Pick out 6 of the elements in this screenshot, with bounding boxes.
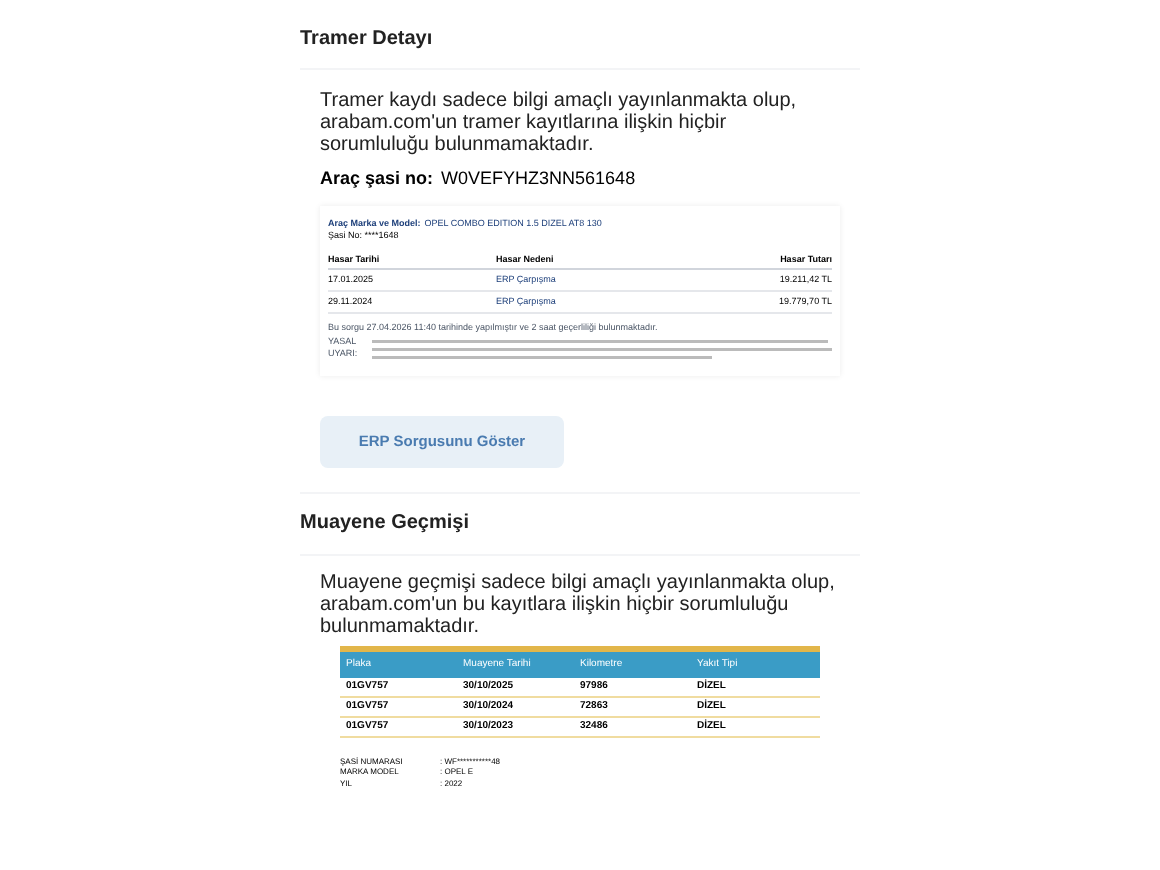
chassis-value: W0VEFYHZ3NN561648 — [441, 166, 636, 192]
section-title: Tramer Detayı — [300, 25, 433, 53]
disclaimer-text: Muayene geçmişi sadece bilgi amaçlı yayınlanmakta olup, arabam.com'un bu kayıtlara ilişkin hiçbir sorumluluğu bulunmamaktadır. — [320, 571, 837, 637]
chassis-label: Araç şasi no: — [320, 166, 434, 192]
section-title: Muayene Geçmişi — [300, 510, 469, 538]
disclaimer-text: Tramer kaydı sadece bilgi amaçlı yayınlanmakta olup, arabam.com'un tramer kayıtlarına ilişkin hiçbir sorumluluğu bulunmamaktadır. — [320, 90, 799, 156]
